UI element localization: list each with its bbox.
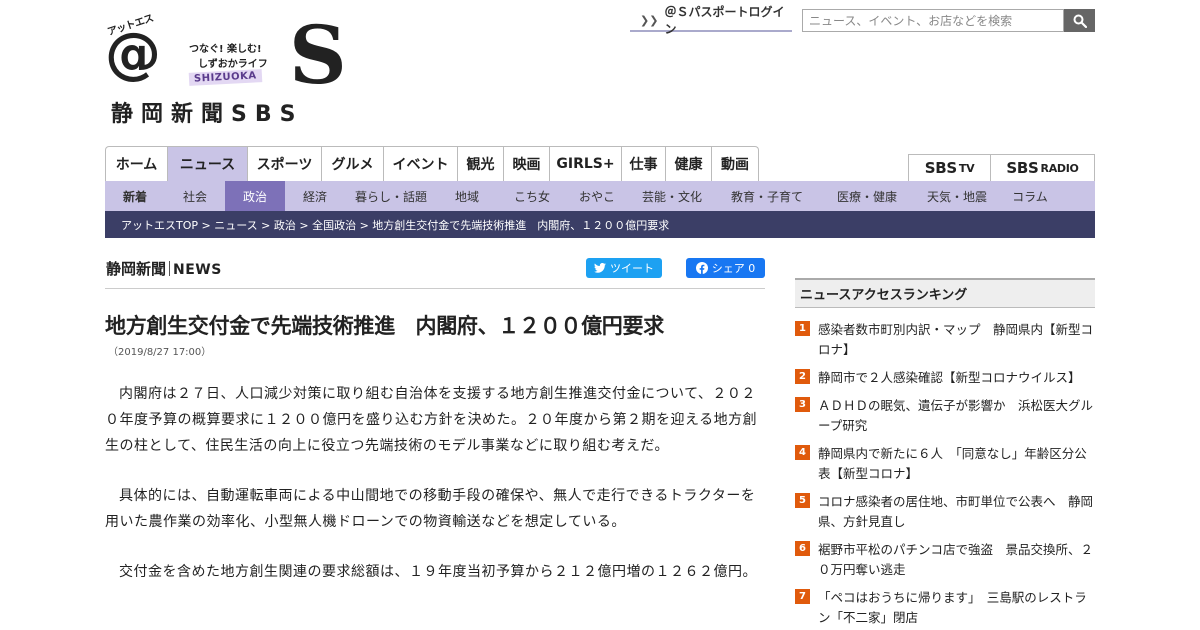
source-logo: 静岡新聞 NEWS [106, 258, 222, 279]
sbs-radio-link[interactable]: SBS RADIO [990, 154, 1095, 181]
logo-at-mark: @ [105, 21, 161, 86]
article-paragraph: 具体的には、自動運転車両による中山間地での移動手段の確保や、無人で走行できるトラ… [105, 488, 756, 530]
sbs-tv-link[interactable]: SBS TV [908, 154, 990, 181]
tweet-button[interactable]: ツイート [586, 258, 662, 278]
main-nav-video[interactable]: 動画 [712, 147, 758, 181]
source-name-en: NEWS [173, 262, 222, 278]
passport-login-link[interactable]: ❯❯ ＠Ｓパスポートログイン [630, 5, 792, 36]
main-nav-event[interactable]: イベント [384, 147, 458, 181]
source-name-ja: 静岡新聞 [106, 260, 167, 278]
ranking-item-title: コロナ感染者の居住地、市町単位で公表へ 静岡県、方針見直し [818, 494, 1094, 529]
login-link-label: ＠Ｓパスポートログイン [664, 5, 785, 36]
sub-nav-education[interactable]: 教育・子育て [717, 181, 817, 211]
logo-paper-name: 静岡新聞SBS [111, 102, 304, 127]
twitter-bird-icon [594, 263, 606, 273]
ranking-item[interactable]: 6 裾野市平松のパチンコ店で強盗 景品交換所、２０万円奪い逃走 [795, 540, 1095, 580]
sub-nav-economy[interactable]: 経済 [285, 181, 345, 211]
ranking-item-title: 感染者数市町別内訳・マップ 静岡県内【新型コロナ】 [818, 322, 1094, 357]
site-logo[interactable]: アットエス @ つなぐ! 楽しむ! しずおかライフ SHIZUOKA S 静岡新… [105, 10, 347, 128]
rank-badge: 1 [795, 321, 810, 336]
rank-badge: 6 [795, 541, 810, 556]
sub-nav-lifestyle[interactable]: 暮らし・話題 [345, 181, 437, 211]
ranking-item[interactable]: 1 感染者数市町別内訳・マップ 静岡県内【新型コロナ】 [795, 320, 1095, 360]
rank-badge: 4 [795, 445, 810, 460]
main-nav-jobs[interactable]: 仕事 [622, 147, 666, 181]
ranking-item[interactable]: 3 ＡＤＨＤの眠気、遺伝子が影響か 浜松医大グループ研究 [795, 396, 1095, 436]
ranking-item[interactable]: 2 静岡市で２人感染確認【新型コロナウイルス】 [795, 368, 1095, 388]
breadcrumb[interactable]: アットエスTOP > ニュース > 政治 > 全国政治 > 地方創生交付金で先端… [105, 211, 1095, 238]
ranking-item-title: 静岡市で２人感染確認【新型コロナウイルス】 [818, 370, 1081, 385]
ranking-item-title: ＡＤＨＤの眠気、遺伝子が影響か 浜松医大グループ研究 [818, 398, 1094, 433]
article-date: （2019/8/27 17:00） [108, 347, 212, 358]
main-nav-sightseeing[interactable]: 観光 [458, 147, 504, 181]
sbs-radio-sub: RADIO [1040, 161, 1079, 175]
sub-nav: 新着 社会 政治 経済 暮らし・話題 地域 こち女 おやこ 芸能・文化 教育・子… [105, 181, 1095, 211]
broadcast-links: SBS TV SBS RADIO [908, 154, 1095, 181]
logo-catchphrase-1: つなぐ! 楽しむ! [189, 44, 262, 55]
sub-nav-column[interactable]: コラム [997, 181, 1063, 211]
facebook-share-button[interactable]: シェア 0 [686, 258, 765, 278]
sub-nav-medical[interactable]: 医療・健康 [817, 181, 917, 211]
rank-badge: 3 [795, 397, 810, 412]
search-icon [1073, 14, 1087, 28]
ranking-item-title: 裾野市平松のパチンコ店で強盗 景品交換所、２０万円奪い逃走 [818, 542, 1094, 577]
search-button[interactable] [1064, 9, 1095, 32]
ranking-item[interactable]: 7 「ペコはおうちに帰ります」 三島駅のレストラン「不二家」閉店 [795, 588, 1095, 628]
rank-badge: 7 [795, 589, 810, 604]
sub-nav-latest[interactable]: 新着 [105, 181, 165, 211]
ranking-item[interactable]: 4 静岡県内で新たに６人 「同意なし」年齢区分公表【新型コロナ】 [795, 444, 1095, 484]
article-divider [105, 288, 765, 289]
tweet-label: ツイート [610, 262, 654, 275]
sub-nav-society[interactable]: 社会 [165, 181, 225, 211]
ranking-item[interactable]: 5 コロナ感染者の居住地、市町単位で公表へ 静岡県、方針見直し [795, 492, 1095, 532]
rank-badge: 5 [795, 493, 810, 508]
search-input[interactable] [802, 9, 1064, 32]
logo-catchphrase-2: しずおかライフ [198, 59, 268, 70]
sbs-tv-sub: TV [958, 161, 975, 175]
logo-big-s: S [289, 8, 347, 102]
sub-nav-politics[interactable]: 政治 [225, 181, 285, 211]
ranking-title: ニュースアクセスランキング [795, 278, 1095, 308]
main-nav-news[interactable]: ニュース [168, 147, 248, 181]
main-nav-movie[interactable]: 映画 [504, 147, 550, 181]
ranking-item-title: 静岡県内で新たに６人 「同意なし」年齢区分公表【新型コロナ】 [818, 446, 1087, 481]
main-nav-sports[interactable]: スポーツ [248, 147, 322, 181]
double-chevron-icon: ❯❯ [640, 13, 659, 27]
rank-badge: 2 [795, 369, 810, 384]
main-nav-girls[interactable]: GIRLS+ [550, 147, 622, 181]
article-body: 内閣府は２７日、人口減少対策に取り組む自治体を支援する地方創生推進交付金について… [105, 381, 767, 609]
main-nav-home[interactable]: ホーム [106, 147, 168, 181]
article-headline: 地方創生交付金で先端技術推進 内閣府、１２００億円要求 [105, 314, 664, 338]
sub-nav-region[interactable]: 地域 [437, 181, 497, 211]
main-nav: ホーム ニュース スポーツ グルメ イベント 観光 映画 GIRLS+ 仕事 健… [105, 146, 759, 181]
article-paragraph: 内閣府は２７日、人口減少対策に取り組む自治体を支援する地方創生推進交付金について… [105, 386, 758, 454]
share-label: シェア 0 [711, 262, 756, 275]
logo-shizuoka-tag: SHIZUOKA [188, 69, 262, 86]
sub-nav-entertainment[interactable]: 芸能・文化 [627, 181, 717, 211]
sub-nav-kochijo[interactable]: こち女 [497, 181, 567, 211]
sbs-tv-main: SBS [924, 159, 957, 177]
main-nav-health[interactable]: 健康 [666, 147, 712, 181]
source-divider [169, 261, 171, 276]
ranking-list: 1 感染者数市町別内訳・マップ 静岡県内【新型コロナ】 2 静岡市で２人感染確認【新… [795, 320, 1095, 630]
article-paragraph: 交付金を含めた地方創生関連の要求総額は、１９年度当初予算から２１２億円増の１２６… [119, 564, 757, 580]
sub-nav-oyako[interactable]: おやこ [567, 181, 627, 211]
sbs-radio-main: SBS [1006, 159, 1039, 177]
facebook-icon [695, 262, 708, 274]
ranking-item-title: 「ペコはおうちに帰ります」 三島駅のレストラン「不二家」閉店 [818, 590, 1087, 625]
main-nav-gourmet[interactable]: グルメ [322, 147, 384, 181]
sub-nav-weather[interactable]: 天気・地震 [917, 181, 997, 211]
